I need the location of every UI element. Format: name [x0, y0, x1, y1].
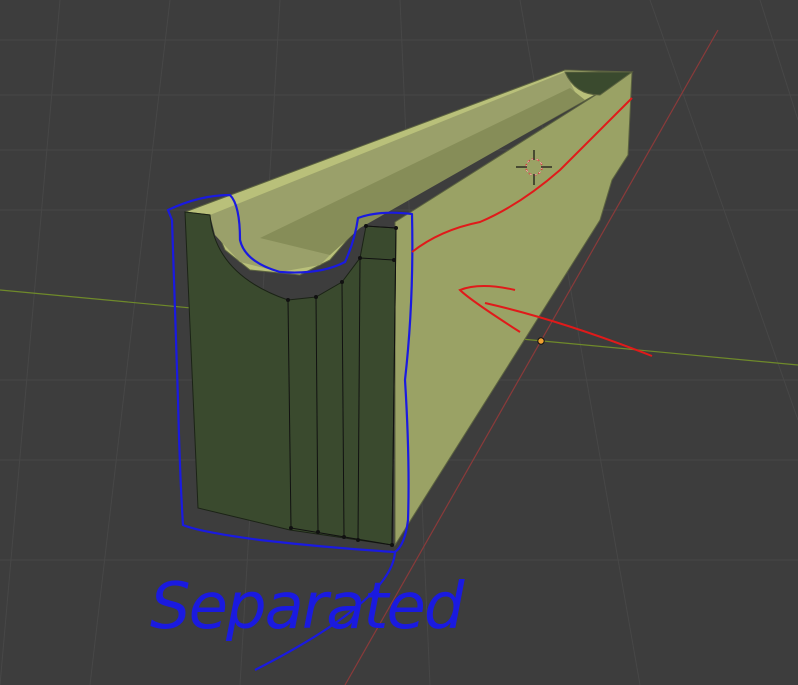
separated-label: Separated	[150, 570, 465, 644]
origin-dot-icon[interactable]	[537, 337, 545, 345]
3d-viewport[interactable]: Separated	[0, 0, 798, 685]
viewport-canvas[interactable]: Separated	[0, 0, 798, 685]
